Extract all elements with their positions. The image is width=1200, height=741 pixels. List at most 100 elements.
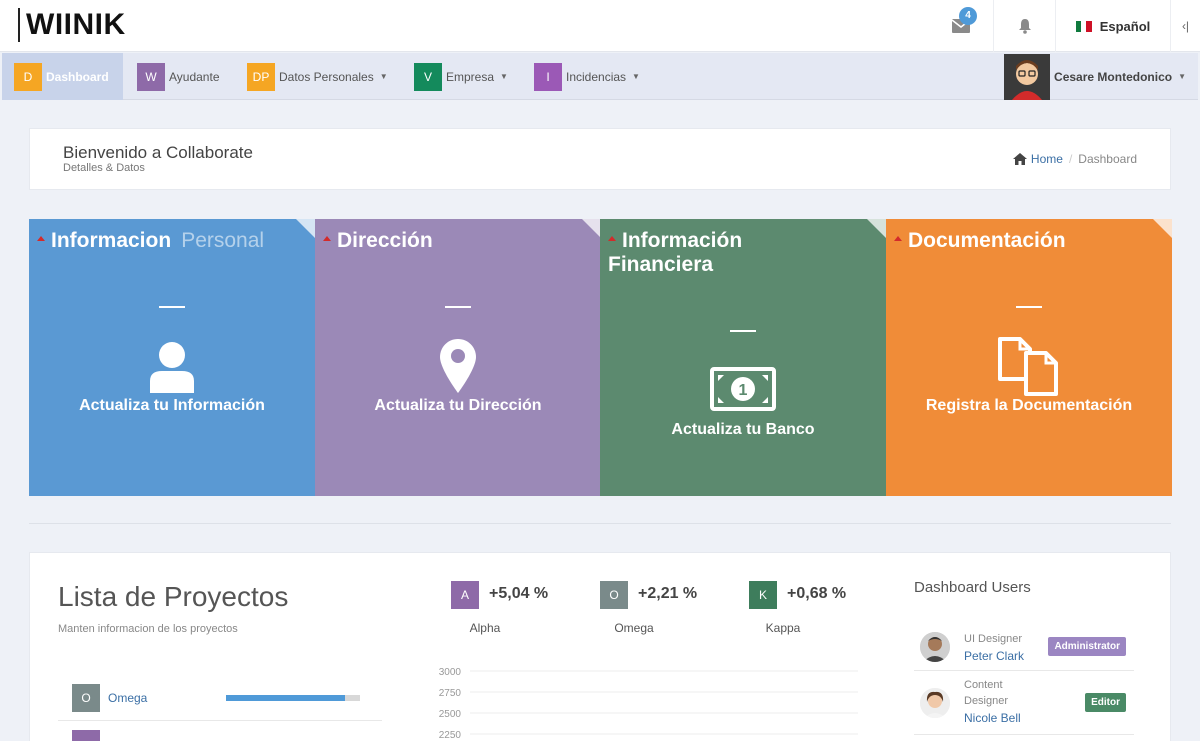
collapse-toggle[interactable]: ‹| (1170, 0, 1200, 52)
stat-label: Kappa (765, 621, 801, 635)
caret-up-icon (608, 235, 616, 241)
messages-button[interactable]: 4 (929, 0, 993, 52)
tile-title-line2: Financiera (608, 253, 714, 276)
nav-letter: DP (247, 62, 275, 91)
project-progress-fill (226, 694, 346, 701)
stat-letter: K (749, 581, 777, 609)
stat-letter: A (451, 581, 479, 609)
main-nav: D Dashboard W Ayudante DP Datos Personal… (2, 53, 1198, 100)
avatar (920, 688, 950, 718)
tile-address[interactable]: Dirección Actualiza tu Dirección (315, 219, 601, 496)
caret-down-icon: ▼ (500, 72, 508, 81)
user-row[interactable]: UI Designer Peter Clark Administrator (914, 623, 1134, 671)
nav-label: Empresa (446, 69, 495, 84)
nav-item-dashboard[interactable]: D Dashboard (2, 53, 123, 100)
tile-title-muted: Personal (181, 229, 265, 252)
role-badge: Administrator (1048, 637, 1126, 656)
tile-cta: Actualiza tu Dirección (374, 397, 542, 414)
stat-value: +2,21 % (638, 585, 698, 602)
tile-divider (159, 306, 185, 308)
tile-title-main: Informacion (51, 229, 172, 252)
users-title: Dashboard Users (914, 579, 1031, 596)
tile-cta: Actualiza tu Banco (671, 421, 815, 438)
role-badge: Editor (1085, 693, 1126, 712)
tile-title: Informacion Personal (37, 229, 264, 253)
user-name-link[interactable]: Nicole Bell (964, 711, 1021, 725)
tile-corner-fold (867, 219, 886, 238)
welcome-card: Bienvenido a Collaborate Detalles & Dato… (29, 128, 1171, 190)
bell-icon (1018, 19, 1031, 34)
nav-item-ayudante[interactable]: W Ayudante (137, 53, 220, 100)
tile-title: Información Financiera (608, 229, 742, 277)
page-subtitle: Detalles & Datos (63, 162, 145, 174)
tile-title-main: Dirección (337, 229, 433, 252)
nav-item-incidencias[interactable]: I Incidencias ▼ (534, 53, 640, 100)
user-row[interactable]: Content Designer Nicole Bell Editor (914, 671, 1134, 735)
map-marker-icon (440, 339, 476, 393)
avatar (920, 632, 950, 662)
tile-corner-fold (582, 219, 601, 238)
documents-icon (998, 337, 1058, 396)
tile-corner-fold (296, 219, 315, 238)
stat-label: Alpha (469, 621, 501, 635)
tile-title: Dirección (323, 229, 433, 253)
tile-divider (1016, 306, 1042, 308)
project-progress-bar (226, 694, 360, 701)
projects-panel: Lista de Proyectos Manten informacion de… (29, 552, 1171, 741)
project-row[interactable]: O Omega (58, 675, 382, 721)
y-tick-label: 3000 (439, 667, 462, 678)
stat-value: +5,04 % (489, 585, 549, 602)
user-name: Cesare Montedonico (1054, 69, 1173, 84)
nav-label: Datos Personales (279, 69, 374, 84)
messages-count-badge: 4 (959, 7, 977, 25)
caret-down-icon: ▼ (632, 72, 640, 81)
stat-letter: O (600, 581, 628, 609)
nav-letter: I (534, 62, 562, 91)
nav-label: Incidencias (566, 69, 627, 84)
app-logo[interactable]: WIINIK (26, 8, 126, 42)
home-icon (1012, 153, 1027, 165)
tile-cta: Actualiza tu Información (79, 397, 265, 414)
tile-documents[interactable]: Documentación Registra la Documentación (886, 219, 1172, 496)
tile-corner-fold (1153, 219, 1172, 238)
top-header: WIINIK 4 Español ‹| (0, 0, 1200, 52)
nav-label: Dashboard (46, 69, 109, 84)
breadcrumb-home-link[interactable]: Home (1031, 152, 1063, 166)
avatar (1004, 53, 1051, 100)
money-icon: 1 (710, 367, 776, 411)
user-role-line1: Content (964, 679, 1003, 691)
project-letter: O (72, 683, 100, 712)
language-selector[interactable]: Español (1055, 0, 1170, 52)
nav-letter: D (14, 62, 42, 91)
stat-label: Omega (614, 621, 654, 635)
caret-down-icon: ▼ (1178, 72, 1186, 81)
user-menu[interactable]: Cesare Montedonico ▼ (1004, 53, 1186, 100)
breadcrumb-current: Dashboard (1078, 152, 1137, 166)
tile-financial-info[interactable]: Información Financiera 1 Actualiza tu Ban… (600, 219, 886, 496)
page-title: Bienvenido a Collaborate (63, 143, 253, 162)
tile-divider (730, 330, 756, 332)
nav-item-datos-personales[interactable]: DP Datos Personales ▼ (247, 53, 388, 100)
nav-letter: V (414, 62, 442, 91)
y-tick-label: 2500 (439, 709, 462, 720)
section-divider (29, 523, 1171, 524)
projects-title: Lista de Proyectos (58, 581, 289, 612)
caret-up-icon (894, 235, 902, 241)
nav-item-empresa[interactable]: V Empresa ▼ (414, 53, 508, 100)
caret-down-icon: ▼ (379, 72, 388, 81)
mexico-flag-icon (1075, 20, 1092, 32)
header-actions: 4 Español ‹| (929, 0, 1200, 52)
projects-subtitle: Manten informacion de los proyectos (58, 623, 238, 635)
tile-title-main: Información (622, 229, 743, 252)
user-role-line2: Designer (964, 695, 1009, 707)
project-row[interactable] (58, 721, 382, 741)
logo-divider (18, 8, 20, 42)
project-name-link[interactable]: Omega (108, 691, 226, 705)
project-letter (72, 730, 100, 741)
user-name-link[interactable]: Peter Clark (964, 649, 1024, 663)
tile-personal-info[interactable]: Informacion Personal Actualiza tu Informa… (29, 219, 315, 496)
tile-divider (445, 306, 471, 308)
notifications-button[interactable] (993, 0, 1055, 52)
collapse-icon: ‹| (1181, 19, 1190, 33)
language-label: Español (1099, 18, 1151, 34)
